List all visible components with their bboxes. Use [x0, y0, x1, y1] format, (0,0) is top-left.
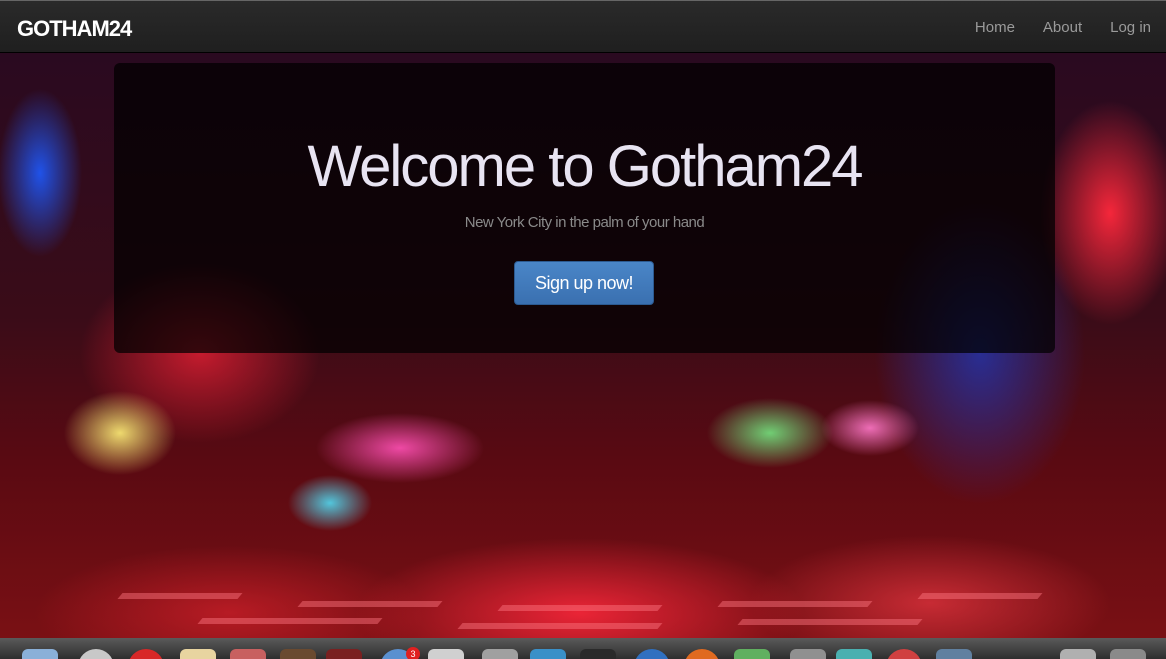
system-preferences-icon[interactable]	[78, 649, 114, 659]
hero-jumbotron: Welcome to Gotham24 New York City in the…	[114, 63, 1055, 353]
trash-icon[interactable]	[1110, 649, 1146, 659]
app-icon[interactable]	[280, 649, 316, 659]
nav-links: Home About Log in	[975, 19, 1151, 36]
app-icon[interactable]	[1060, 649, 1096, 659]
app-icon[interactable]	[326, 649, 362, 659]
app-icon[interactable]	[836, 649, 872, 659]
crosswalk-stripe	[457, 623, 663, 629]
crosswalk-stripe	[497, 605, 663, 611]
hero-subtitle: New York City in the palm of your hand	[464, 214, 705, 231]
hero-title: Welcome to Gotham24	[307, 134, 863, 199]
crosswalk-stripe	[917, 593, 1043, 599]
app-icon[interactable]	[530, 649, 566, 659]
navbar: GOTHAM24 Home About Log in	[0, 0, 1166, 53]
brand-logo[interactable]: GOTHAM24	[17, 16, 132, 42]
firefox-icon[interactable]	[684, 649, 720, 659]
signup-button[interactable]: Sign up now!	[514, 261, 654, 305]
app-icon[interactable]	[790, 649, 826, 659]
app-icon[interactable]	[886, 649, 922, 659]
crosswalk-stripe	[737, 619, 923, 625]
crosswalk-stripe	[297, 601, 443, 607]
app-icon[interactable]	[936, 649, 972, 659]
app-icon[interactable]	[734, 649, 770, 659]
notes-icon[interactable]	[180, 649, 216, 659]
app-icon[interactable]	[428, 649, 464, 659]
nav-home-link[interactable]: Home	[975, 19, 1015, 36]
nav-about-link[interactable]: About	[1043, 19, 1082, 36]
app-icon[interactable]	[128, 649, 164, 659]
finder-icon[interactable]	[22, 649, 58, 659]
crosswalk-stripe	[117, 593, 243, 599]
crosswalk-stripe	[717, 601, 873, 607]
crosswalk-stripe	[197, 618, 383, 624]
nav-login-link[interactable]: Log in	[1110, 19, 1151, 36]
terminal-icon[interactable]	[580, 649, 616, 659]
app-icon[interactable]	[482, 649, 518, 659]
os-dock: 3	[0, 638, 1166, 659]
safari-icon[interactable]	[634, 649, 670, 659]
app-icon[interactable]	[230, 649, 266, 659]
notification-badge: 3	[406, 647, 420, 659]
